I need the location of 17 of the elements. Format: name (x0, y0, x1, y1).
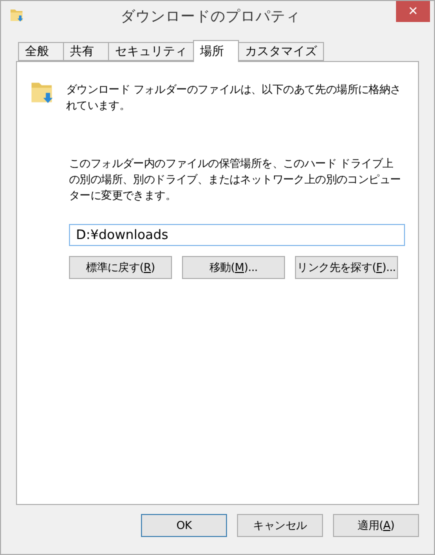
tab[interactable]: 共有 (63, 42, 109, 61)
window-title: ダウンロードのプロパティ (120, 8, 302, 26)
tab[interactable]: 場所 (193, 40, 239, 62)
description-text: このフォルダー内のファイルの保管場所を、このハード ドライブ上の別の場所、別のドライブ、またはネットワーク上の別のコンピューターに変更できます。 (69, 156, 402, 204)
dialog-button[interactable]: 適用(A) (333, 514, 419, 537)
dialog-button[interactable]: OK (141, 514, 227, 537)
location-button[interactable]: リンク先を探す(F)... (295, 256, 398, 279)
tab[interactable]: カスタマイズ (238, 42, 324, 61)
path-field[interactable]: D:¥downloads (69, 224, 405, 246)
close-button[interactable]: × (396, 1, 430, 22)
location-button[interactable]: 標準に戻す(R) (69, 256, 172, 279)
header-text: ダウンロード フォルダーのファイルは、以下のあて先の場所に格納されています。 (66, 82, 402, 114)
tab[interactable]: 全般 (18, 42, 64, 61)
folder-download-icon (9, 7, 25, 23)
tab[interactable]: セキュリティ (108, 42, 194, 61)
dialog-button[interactable]: キャンセル (237, 514, 323, 537)
location-button[interactable]: 移動(M)... (182, 256, 285, 279)
